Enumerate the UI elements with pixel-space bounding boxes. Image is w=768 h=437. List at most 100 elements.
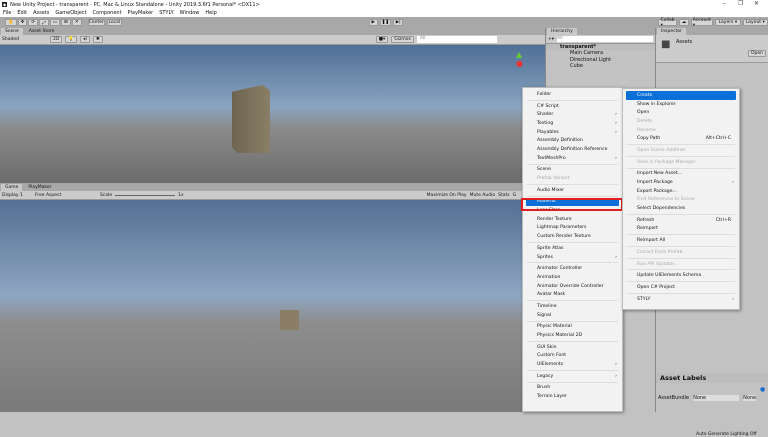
game-gizmos-toggle[interactable]: G — [513, 193, 517, 198]
menu-item-import-package[interactable]: Import Package › — [623, 178, 739, 187]
maximize-button[interactable]: ❐ — [738, 0, 743, 7]
menu-item-export-package[interactable]: Export Package... — [623, 187, 739, 196]
tab-hierarchy[interactable]: Hierarchy — [547, 28, 577, 35]
pause-button[interactable]: ❚❚ — [379, 19, 392, 26]
menu-item-import-new-asset[interactable]: Import New Asset... — [623, 170, 739, 179]
menu-item-reimport-all[interactable]: Reimport All — [623, 236, 739, 245]
menu-item-render-texture[interactable]: Render Texture — [523, 215, 622, 224]
label-icon[interactable]: ● — [760, 386, 765, 393]
menu-item-uielements[interactable]: UIElements › — [523, 360, 622, 369]
menu-assets[interactable]: Assets — [33, 10, 49, 16]
menu-item-avatar-mask[interactable]: Avatar Mask — [523, 290, 622, 299]
shading-dropdown[interactable]: Shaded — [2, 37, 47, 42]
open-button[interactable]: Open — [747, 50, 766, 57]
menu-item-select-dependencies[interactable]: Select Dependencies — [623, 204, 739, 213]
menu-item-audio-mixer[interactable]: Audio Mixer — [523, 186, 622, 195]
menu-item-open[interactable]: Open — [623, 108, 739, 117]
menu-item-timeline[interactable]: Timeline — [523, 302, 622, 311]
transform-tool-0-icon[interactable]: ✋ — [5, 19, 17, 26]
menu-item-sprite-atlas[interactable]: Sprite Atlas — [523, 244, 622, 253]
hierarchy-item-cube[interactable]: Cube — [570, 63, 655, 70]
menu-help[interactable]: Help — [205, 10, 216, 16]
tab-playmaker[interactable]: PlayMaker — [24, 184, 56, 191]
menu-file[interactable]: File — [3, 10, 11, 16]
transform-tool-6-icon[interactable]: ✕ — [71, 19, 82, 26]
menu-item-refresh[interactable]: Refresh Ctrl+R — [623, 216, 739, 225]
menu-item-brush[interactable]: Brush — [523, 384, 622, 393]
menu-item-gui-skin[interactable]: GUI Skin — [523, 343, 622, 352]
audio-toggle[interactable]: ◂) — [79, 36, 90, 43]
menu-item-custom-render-texture[interactable]: Custom Render Texture — [523, 232, 622, 241]
menu-item-legacy[interactable]: Legacy › — [523, 372, 622, 381]
add-button[interactable]: +▾ — [548, 37, 554, 42]
menu-item-copy-path[interactable]: Copy Path Alt+Ctrl+C — [623, 134, 739, 143]
2d-toggle[interactable]: 2D — [50, 36, 63, 43]
menu-item-custom-font[interactable]: Custom Font — [523, 352, 622, 361]
hierarchy-search-input[interactable]: All — [557, 36, 653, 42]
menu-window[interactable]: Window — [180, 10, 200, 16]
collab-dropdown[interactable]: Collab ▾ — [658, 18, 678, 28]
menu-item-update-uielements-schema[interactable]: Update UIElements Schema — [623, 271, 739, 280]
transform-tool-4-icon[interactable]: ▭ — [49, 19, 61, 26]
camera-dropdown[interactable]: ■▾ — [375, 36, 389, 43]
menu-item-assembly-definition[interactable]: Assembly Definition — [523, 136, 622, 145]
effects-dropdown[interactable]: ✱ — [92, 36, 103, 43]
menu-item-animation[interactable]: Animation — [523, 273, 622, 282]
close-button[interactable]: ✕ — [754, 0, 759, 7]
cube-object[interactable] — [232, 85, 270, 153]
menu-item-show-in-explorer[interactable]: Show in Explorer — [623, 100, 739, 109]
layout-dropdown[interactable]: Layout ▾ — [742, 19, 768, 26]
menu-item-physics-material-2d[interactable]: Physics Material 2D — [523, 331, 622, 340]
lighting-toggle[interactable]: 💡 — [65, 36, 77, 43]
menu-item-sprites[interactable]: Sprites › — [523, 253, 622, 262]
menu-styly[interactable]: STYLY — [159, 10, 173, 16]
layers-dropdown[interactable]: Layers ▾ — [715, 19, 741, 26]
menu-item-animator-override-controller[interactable]: Animator Override Controller — [523, 282, 622, 291]
menu-item-open-c-project[interactable]: Open C# Project — [623, 283, 739, 292]
menu-item-reimport[interactable]: Reimport — [623, 225, 739, 234]
menu-item-physic-material[interactable]: Physic Material — [523, 323, 622, 332]
pivot-local-toggle[interactable]: Local — [106, 19, 122, 26]
menu-item-animator-controller[interactable]: Animator Controller — [523, 264, 622, 273]
menu-item-c-script[interactable]: C# Script — [523, 102, 622, 111]
tab-asset-store[interactable]: Asset Store — [24, 28, 59, 35]
scene-search-input[interactable]: All — [416, 36, 497, 43]
transform-tool-2-icon[interactable]: ⟳ — [28, 19, 39, 26]
account-dropdown[interactable]: Account ▾ — [690, 18, 714, 28]
aspect-dropdown[interactable]: Free Aspect — [35, 193, 97, 198]
tab-inspector[interactable]: Inspector — [657, 28, 686, 35]
menu-item-styly[interactable]: STYLY › — [623, 295, 739, 304]
menu-edit[interactable]: Edit — [17, 10, 27, 16]
scale-slider[interactable] — [115, 194, 176, 196]
play-button[interactable]: ▶ — [368, 19, 378, 26]
pivot-center-toggle[interactable]: Center — [87, 19, 105, 26]
game-view[interactable] — [0, 200, 545, 412]
menu-item-testing[interactable]: Testing › — [523, 119, 622, 128]
tab-game[interactable]: Game — [1, 184, 23, 191]
tab-scene[interactable]: Scene — [1, 28, 23, 35]
transform-tool-1-icon[interactable]: ✥ — [17, 19, 28, 26]
cloud-button[interactable]: ☁ — [679, 19, 689, 26]
menu-item-lightmap-parameters[interactable]: Lightmap Parameters — [523, 224, 622, 233]
maximize-on-play-toggle[interactable]: Maximize On Play — [427, 193, 467, 198]
transform-tool-5-icon[interactable]: ⊞ — [61, 19, 71, 26]
mute-audio-toggle[interactable]: Mute Audio — [470, 193, 496, 198]
menu-gameobject[interactable]: GameObject — [55, 10, 86, 16]
assetbundle-variant-dropdown[interactable]: None — [743, 395, 757, 401]
step-button[interactable]: ▶| — [393, 19, 404, 26]
menu-item-assembly-definition-reference[interactable]: Assembly Definition Reference — [523, 145, 622, 154]
menu-item-signal[interactable]: Signal — [523, 311, 622, 320]
menu-item-scene[interactable]: Scene — [523, 166, 622, 175]
display-dropdown[interactable]: Display 1 — [2, 193, 32, 198]
menu-item-playables[interactable]: Playables › — [523, 128, 622, 137]
menu-item-folder[interactable]: Folder — [523, 90, 622, 99]
menu-item-textmeshpro[interactable]: TextMeshPro › — [523, 154, 622, 163]
menu-component[interactable]: Component — [93, 10, 122, 16]
gizmos-dropdown[interactable]: Gizmos — [391, 36, 414, 43]
menu-playmaker[interactable]: PlayMaker — [128, 10, 154, 16]
menu-item-create[interactable]: Create — [626, 91, 736, 100]
menu-item-terrain-layer[interactable]: Terrain Layer — [523, 392, 622, 401]
scene-gizmo-axis[interactable]: ▲ ● — [516, 50, 536, 72]
menu-item-shader[interactable]: Shader › — [523, 110, 622, 119]
scene-view[interactable]: ▲ ● — [0, 45, 545, 183]
